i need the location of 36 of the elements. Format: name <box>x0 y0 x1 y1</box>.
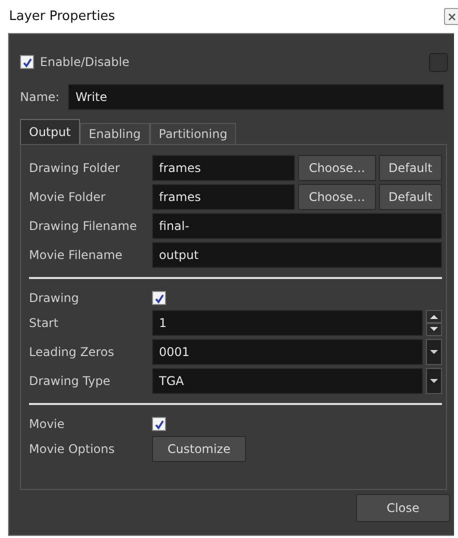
dropdown-field[interactable]: 0001 <box>152 339 423 365</box>
enable-checkbox[interactable] <box>20 55 34 69</box>
field-label: Movie Folder <box>29 190 106 204</box>
spinner-arrows-icon[interactable] <box>426 310 442 336</box>
choose-button[interactable]: Choose… <box>298 155 376 181</box>
checkbox[interactable] <box>152 291 166 305</box>
window-title: Layer Properties <box>9 9 116 24</box>
customize-button[interactable]: Customize <box>152 436 246 462</box>
name-field[interactable]: Write <box>68 84 444 110</box>
folder-field[interactable]: frames <box>152 184 296 210</box>
tab[interactable]: Output <box>20 119 80 144</box>
field-label: Drawing Filename <box>29 219 138 233</box>
field-label: Movie <box>29 417 66 431</box>
checkbox[interactable] <box>152 417 166 431</box>
choose-button[interactable]: Choose… <box>298 184 376 210</box>
field-label: Movie Options <box>29 442 116 456</box>
filename-field[interactable]: output <box>152 242 442 268</box>
checkbox[interactable] <box>429 52 448 72</box>
field-label: Drawing Folder <box>29 161 121 175</box>
field-label: Drawing Type <box>29 374 112 388</box>
default-button[interactable]: Default <box>378 155 442 181</box>
field-label: Start <box>29 316 60 330</box>
close-button[interactable]: Close <box>356 494 450 522</box>
field-label: Movie Filename <box>29 248 124 262</box>
filename-field[interactable]: final- <box>152 213 442 239</box>
tab[interactable]: Enabling <box>80 123 150 144</box>
field-label: Leading Zeros <box>29 345 116 359</box>
folder-field[interactable]: frames <box>152 155 296 181</box>
tab[interactable]: Partitioning <box>150 123 236 144</box>
checkbox-label: Enable/Disable <box>40 55 130 69</box>
close-icon[interactable] <box>444 8 458 25</box>
default-button[interactable]: Default <box>378 184 442 210</box>
number-field[interactable]: 1 <box>152 310 423 336</box>
name-label: Name: <box>20 90 60 104</box>
field-label: Drawing <box>29 291 80 305</box>
dropdown-field[interactable]: TGA <box>152 368 423 394</box>
